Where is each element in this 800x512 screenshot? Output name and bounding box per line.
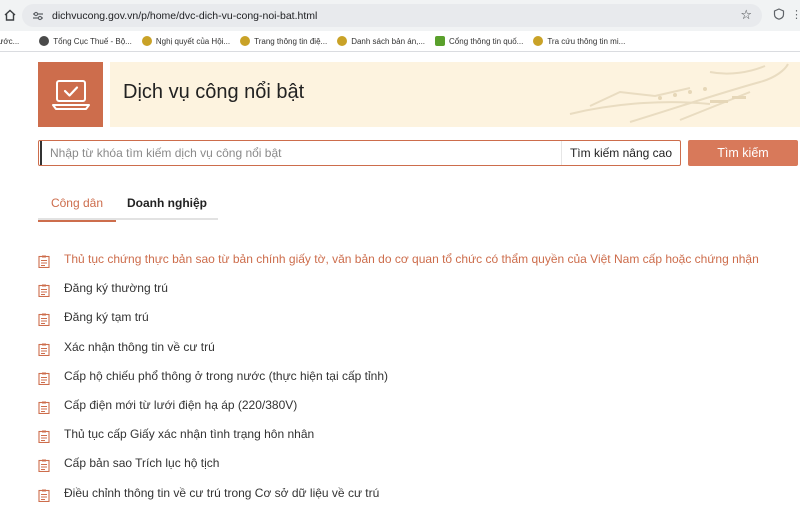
- bookmark-label: ước...: [0, 36, 20, 46]
- decorative-bird-icon: [569, 63, 789, 123]
- tab-doanh-nghiep[interactable]: Doanh nghiệp: [116, 196, 218, 220]
- leaf-icon: [435, 36, 446, 46]
- tab-label: Doanh nghiệp: [127, 196, 207, 210]
- search-input[interactable]: [40, 141, 562, 165]
- bookmark-6[interactable]: Tra cứu thông tin mi...: [533, 31, 635, 51]
- list-item-label: Đăng ký thường trú: [64, 281, 168, 296]
- document-icon: [38, 313, 50, 327]
- bookmark-2[interactable]: Nghị quyết của Hội...: [141, 31, 240, 51]
- bookmark-label: Nghị quyết của Hội...: [155, 36, 231, 46]
- document-icon: [38, 430, 50, 444]
- site-info-icon[interactable]: [28, 11, 48, 21]
- list-item-label: Cấp bản sao Trích lục hộ tịch: [64, 456, 220, 471]
- list-item[interactable]: Cấp hộ chiếu phổ thông ở trong nước (thự…: [38, 366, 800, 395]
- bookmark-label: Cổng thông tin quố...: [449, 36, 524, 46]
- list-item[interactable]: Xác nhận thông tin về cư trú: [38, 337, 800, 366]
- list-item[interactable]: Thủ tục cấp Giấy xác nhận tình trạng hôn…: [38, 424, 800, 453]
- laptop-check-icon: [38, 62, 103, 127]
- list-item-label: Thủ tục chứng thực bản sao từ bản chính …: [64, 252, 759, 266]
- star-icon[interactable]: ☆: [740, 7, 752, 23]
- page-title: Dịch vụ công nổi bật: [123, 81, 305, 103]
- document-icon: [38, 343, 50, 356]
- list-item[interactable]: Đăng ký thường trú: [38, 278, 800, 307]
- list-item-label: Đăng ký tạm trú: [64, 310, 149, 325]
- advanced-search-link[interactable]: Tìm kiếm nâng cao: [560, 141, 680, 165]
- bookmark-1[interactable]: Tổng Cục Thuế - Bộ...: [39, 31, 142, 51]
- bookmark-label: Tổng Cục Thuế - Bộ...: [53, 36, 132, 46]
- list-item[interactable]: Đăng ký tạm trú: [38, 307, 800, 336]
- bookmarks-bar: ước... Tổng Cục Thuế - Bộ... Nghị quyết …: [0, 31, 800, 52]
- bookmark-5[interactable]: Cổng thông tin quố...: [435, 31, 533, 51]
- tax-icon: [39, 36, 50, 46]
- address-bar[interactable]: dichvucong.gov.vn/p/home/dvc-dich-vu-con…: [22, 4, 762, 27]
- bookmark-label: Tra cứu thông tin mi...: [547, 36, 626, 46]
- list-item-label: Cấp hộ chiếu phổ thông ở trong nước (thự…: [64, 368, 388, 383]
- browser-toolbar: dichvucong.gov.vn/p/home/dvc-dich-vu-con…: [0, 0, 800, 31]
- tab-label: Công dân: [50, 196, 104, 210]
- document-icon: [38, 459, 50, 473]
- tabs: Công dân Doanh nghiệp: [38, 196, 218, 222]
- extension-icon[interactable]: [773, 8, 785, 23]
- list-item-label: Điều chỉnh thông tin về cư trú trong Cơ …: [64, 485, 380, 500]
- emblem-icon: [240, 36, 251, 46]
- service-list: Thủ tục chứng thực bản sao từ bản chính …: [38, 249, 800, 512]
- search-box: Tìm kiếm nâng cao: [38, 140, 681, 166]
- list-item[interactable]: Điều chỉnh thông tin về cư trú trong Cơ …: [38, 483, 800, 512]
- emblem-icon: [533, 36, 544, 46]
- home-icon[interactable]: [2, 7, 18, 23]
- list-item[interactable]: Cấp điện mới từ lưới điện hạ áp (220/380…: [38, 395, 800, 424]
- emblem-icon: [141, 36, 152, 46]
- document-icon: [38, 401, 50, 414]
- menu-icon[interactable]: ⋮: [791, 8, 800, 21]
- list-item-label: Xác nhận thông tin về cư trú: [64, 339, 215, 354]
- bookmark-3[interactable]: Trang thông tin điệ...: [240, 31, 337, 51]
- bookmark-4[interactable]: Danh sách bản án,...: [337, 31, 435, 51]
- list-item-label: Cấp điện mới từ lưới điện hạ áp (220/380…: [64, 397, 298, 412]
- document-icon: [38, 255, 50, 268]
- search-button[interactable]: Tìm kiếm: [688, 140, 798, 166]
- tab-cong-dan[interactable]: Công dân: [38, 196, 116, 222]
- emblem-icon: [337, 36, 348, 46]
- list-item[interactable]: Thủ tục chứng thực bản sao từ bản chính …: [38, 249, 800, 278]
- list-item[interactable]: Cấp bản sao Trích lục hộ tịch: [38, 453, 800, 482]
- bookmark-0[interactable]: ước...: [0, 31, 29, 51]
- list-item-label: Thủ tục cấp Giấy xác nhận tình trạng hôn…: [64, 427, 315, 442]
- hero-banner: Dịch vụ công nổi bật: [110, 62, 800, 127]
- document-icon: [38, 372, 50, 385]
- document-icon: [38, 284, 50, 298]
- url-text[interactable]: dichvucong.gov.vn/p/home/dvc-dich-vu-con…: [52, 10, 317, 22]
- bookmark-label: Danh sách bản án,...: [351, 36, 426, 46]
- bookmark-label: Trang thông tin điệ...: [254, 36, 328, 46]
